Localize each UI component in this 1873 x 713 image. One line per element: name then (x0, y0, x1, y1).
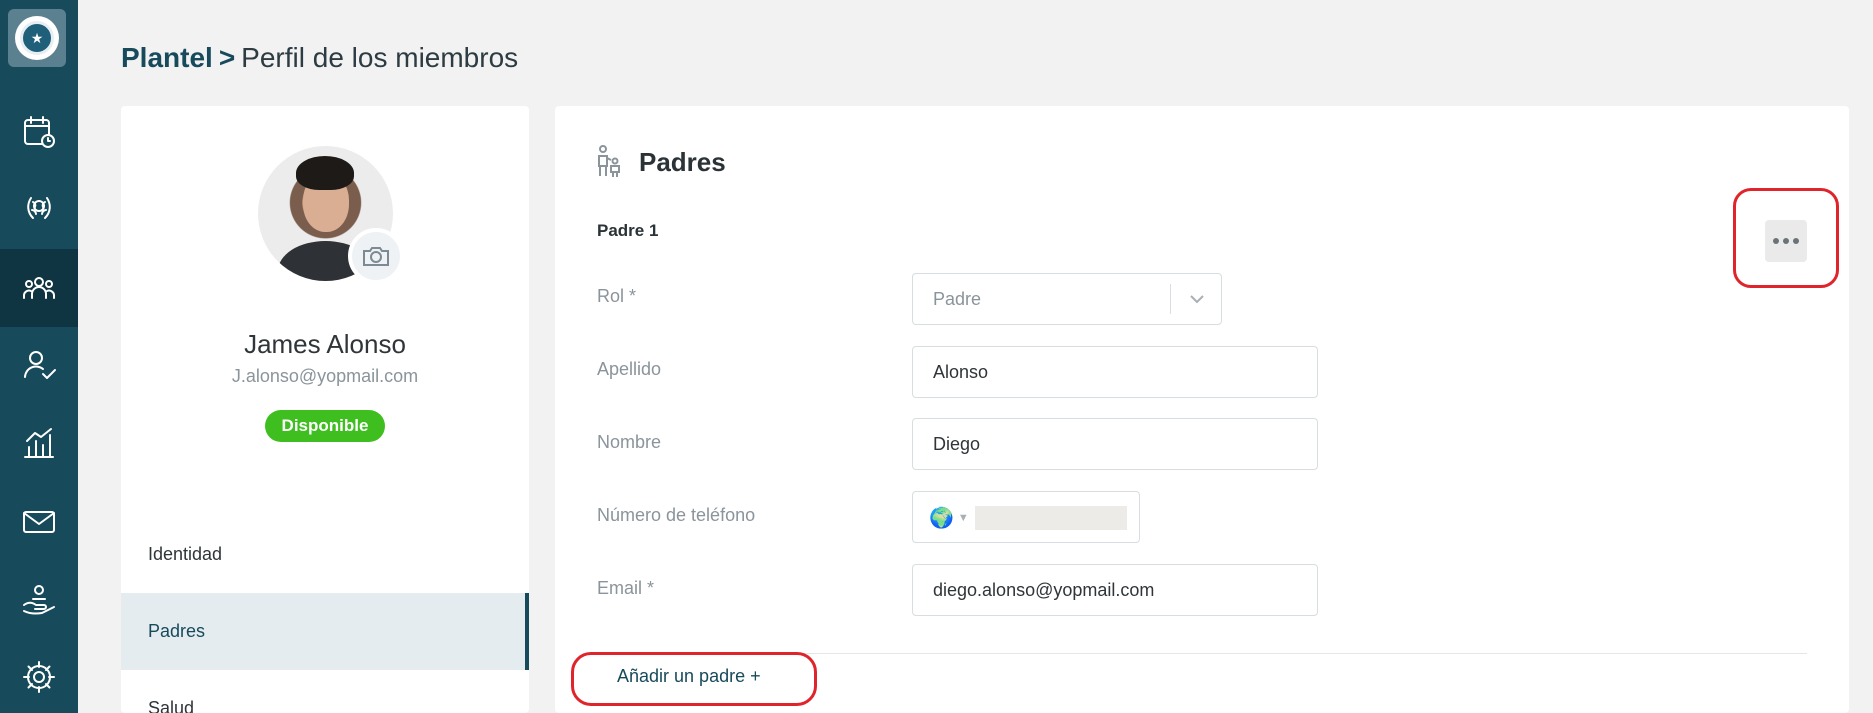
add-parent-button[interactable]: Añadir un padre + (617, 666, 761, 687)
nombre-label: Nombre (597, 432, 662, 452)
dot-icon (1773, 238, 1779, 244)
user-check-icon (24, 351, 56, 379)
caret-down-icon[interactable]: ▼ (958, 512, 969, 524)
parents-card: Padres Padre 1 Rol * Padre Apellido Alon… (555, 106, 1849, 713)
phone-field[interactable]: 🌍 ▼ (912, 491, 1140, 543)
care-nav-item[interactable] (0, 560, 78, 638)
rol-value: Padre (933, 289, 982, 309)
breadcrumb-root[interactable]: Plantel (121, 42, 213, 73)
apellido-label: Apellido (597, 359, 662, 379)
apellido-field[interactable]: Alonso (912, 346, 1318, 398)
email-field[interactable]: diego.alonso@yopmail.com (912, 564, 1318, 616)
competitions-nav-item[interactable] (0, 169, 78, 247)
phone-input[interactable] (974, 506, 1127, 531)
breadcrumb: Plantel > Perfil de los miembros (121, 42, 518, 74)
stats-nav-item[interactable] (0, 404, 78, 482)
dot-icon (1783, 238, 1789, 244)
profile-menu-salud[interactable]: Salud (121, 670, 529, 713)
rol-label: Rol * (597, 286, 637, 306)
profile-card: James Alonso J.alonso@yopmail.com Dispon… (121, 106, 529, 713)
breadcrumb-separator: > (218, 42, 236, 73)
section-title: Padres (639, 146, 726, 177)
member-email: J.alonso@yopmail.com (231, 366, 419, 386)
email-label: Email * (597, 578, 655, 598)
more-options-button[interactable] (1765, 220, 1807, 262)
status-badge: Disponible (265, 410, 385, 442)
laurel-icon (27, 197, 51, 219)
club-logo[interactable]: ★ (8, 9, 66, 67)
crest-icon: ★ (15, 16, 59, 60)
team-icon (23, 277, 55, 299)
page-title: Perfil de los miembros (241, 42, 519, 73)
gear-icon (23, 661, 55, 693)
members-nav-item[interactable] (0, 249, 78, 327)
hand-care-icon (23, 585, 55, 615)
stats-icon (24, 428, 54, 458)
chevron-down-icon (1190, 295, 1204, 304)
telefono-label: Número de teléfono (597, 505, 756, 525)
mail-icon (23, 511, 55, 533)
sidebar: ★ (0, 0, 78, 713)
camera-icon (363, 247, 389, 266)
globe-icon[interactable]: 🌍 (929, 507, 954, 529)
calendar-clock-icon (24, 116, 55, 148)
profile-menu-padres[interactable]: Padres (121, 593, 529, 670)
nombre-field[interactable]: Diego (912, 418, 1318, 470)
section-header: Padres (595, 144, 726, 180)
settings-nav-item[interactable] (0, 638, 78, 713)
change-photo-button[interactable] (348, 228, 404, 284)
calendar-nav-item[interactable] (0, 93, 78, 171)
dot-icon (1793, 238, 1799, 244)
parent-heading: Padre 1 (597, 221, 659, 240)
parent-child-icon (598, 145, 620, 177)
rol-select[interactable]: Padre (912, 273, 1222, 325)
member-name: James Alonso (244, 329, 406, 359)
attendance-nav-item[interactable] (0, 326, 78, 404)
profile-menu-identidad[interactable]: Identidad (121, 516, 529, 593)
messages-nav-item[interactable] (0, 483, 78, 561)
